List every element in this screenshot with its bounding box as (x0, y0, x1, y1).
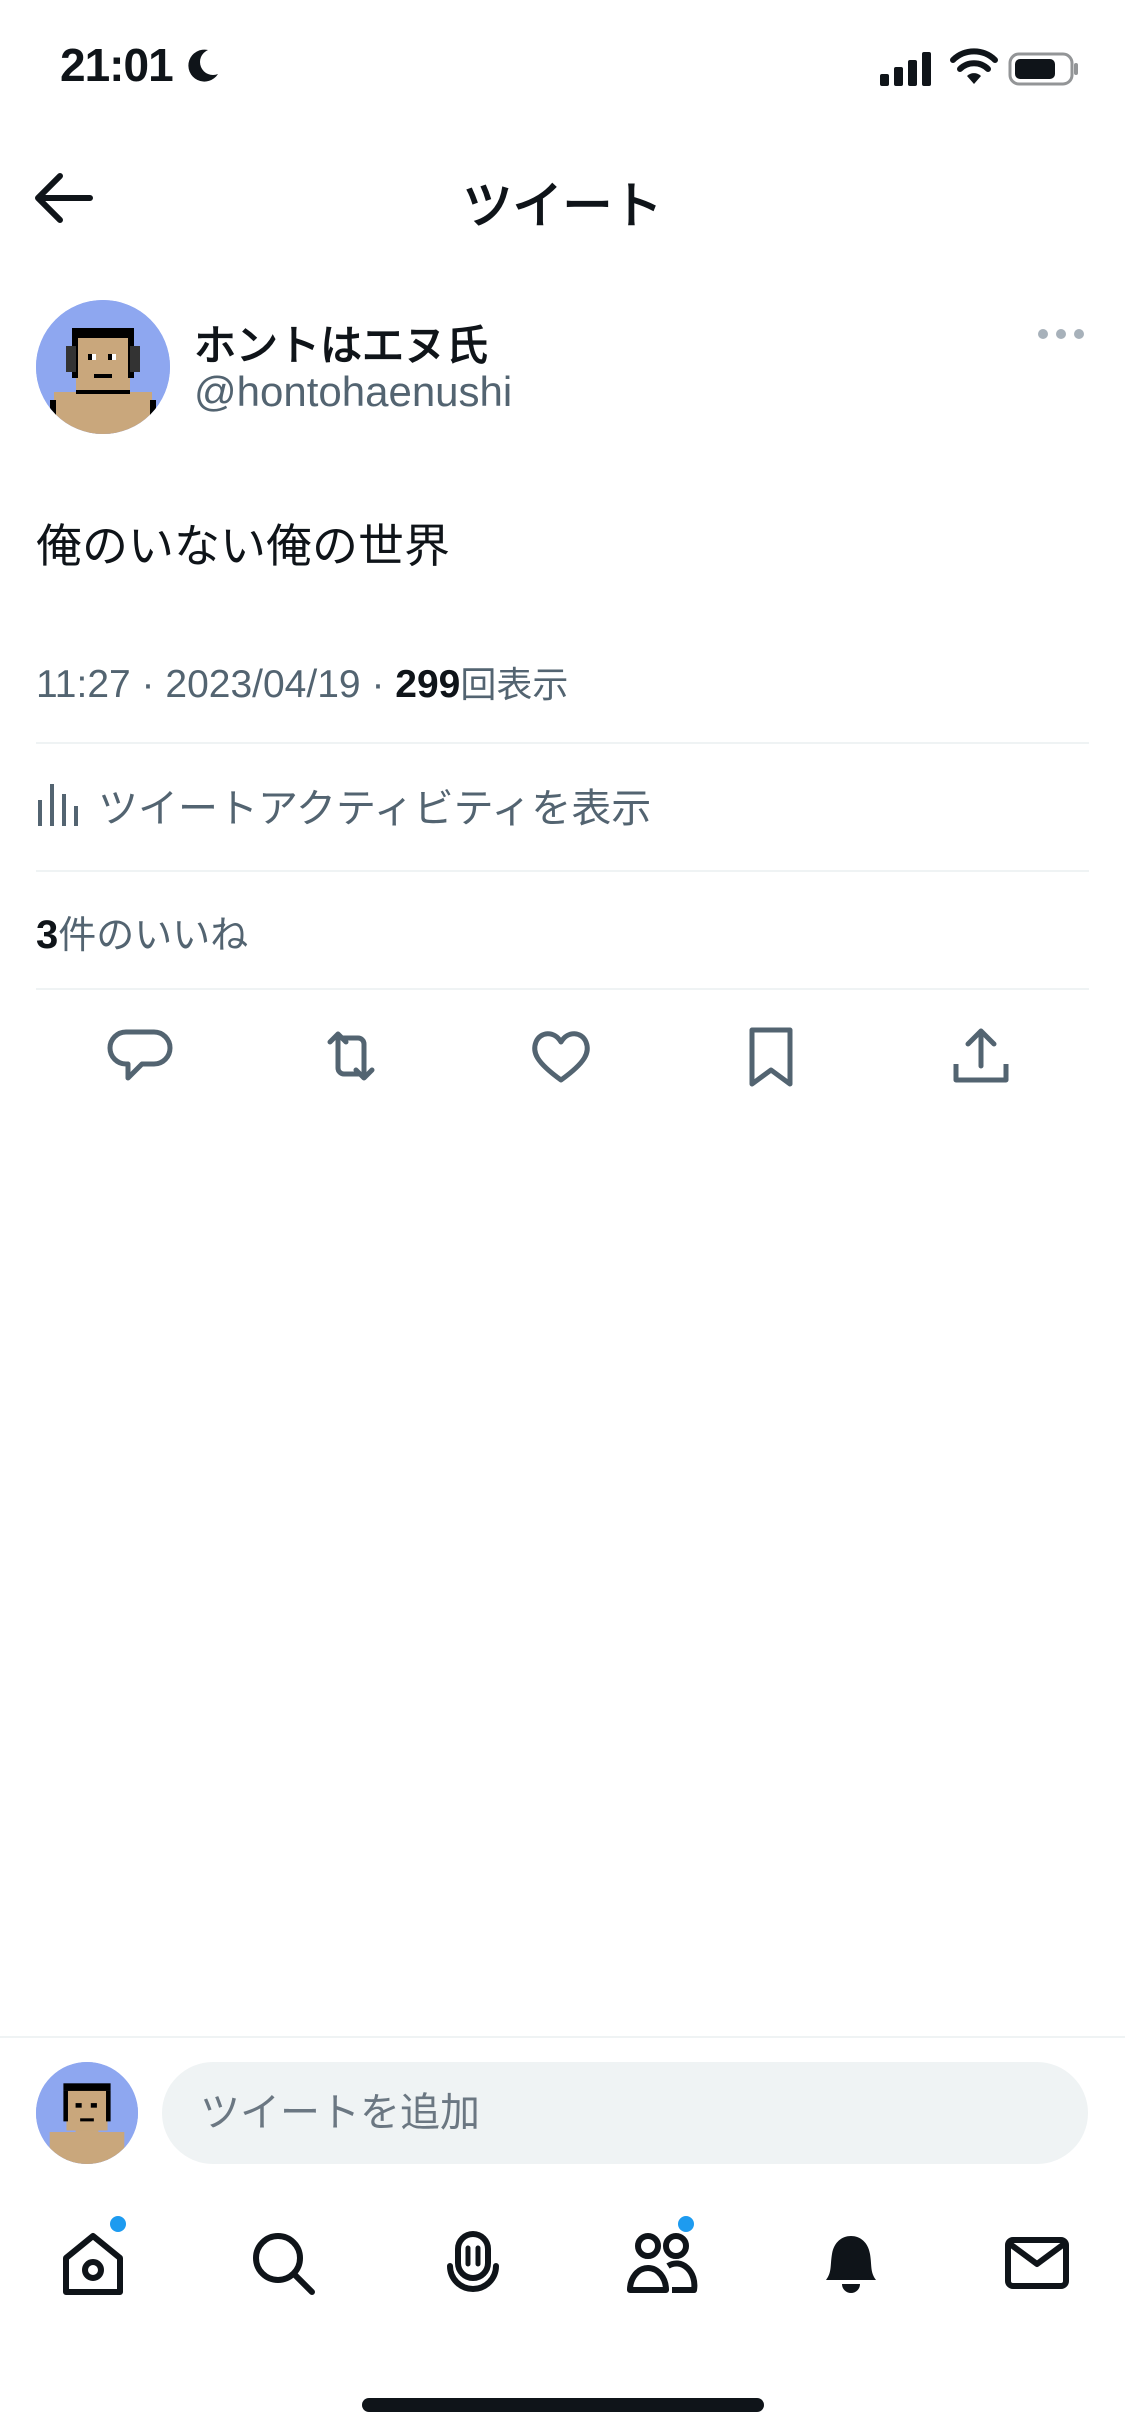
home-notification-dot (110, 2216, 126, 2232)
author-avatar[interactable] (36, 300, 170, 434)
tweet-activity-link[interactable]: ツイートアクティビティを表示 (36, 768, 1089, 864)
spaces-icon[interactable] (436, 2226, 510, 2300)
tweet-time: 11:27 (36, 663, 131, 706)
notifications-bell-icon[interactable] (814, 2226, 888, 2300)
bookmark-icon[interactable] (736, 1022, 806, 1092)
wifi-icon (950, 48, 998, 84)
page-title: ツイート (462, 177, 663, 235)
likes-link[interactable]: 3件のいいね (36, 904, 248, 959)
divider (36, 742, 1089, 744)
more-options-icon[interactable] (1035, 322, 1087, 346)
pixel-avatar-icon (36, 300, 170, 434)
reply-input[interactable] (162, 2062, 1088, 2164)
messages-envelope-icon[interactable] (1000, 2226, 1074, 2300)
divider (36, 988, 1089, 990)
reply-icon[interactable] (106, 1022, 176, 1092)
like-icon[interactable] (526, 1022, 596, 1092)
battery-icon (1008, 52, 1078, 86)
divider (36, 870, 1089, 872)
home-icon[interactable] (56, 2226, 130, 2300)
likes-count: 3 (36, 913, 59, 957)
activity-label: ツイートアクティビティを表示 (98, 786, 652, 832)
author-name[interactable]: ホントはエヌ氏 (194, 312, 488, 373)
retweet-icon[interactable] (316, 1022, 386, 1092)
reply-divider (0, 2036, 1125, 2038)
home-indicator[interactable] (362, 2398, 764, 2412)
views-count: 299 (395, 663, 461, 706)
meta-separator: · (371, 663, 385, 706)
search-icon[interactable] (246, 2226, 320, 2300)
status-time: 21:01 (60, 39, 174, 91)
back-arrow-icon[interactable] (30, 168, 96, 228)
user-avatar[interactable] (36, 2062, 138, 2164)
tweet-meta: 11:27 · 2023/04/19 · 299回表示 (36, 656, 568, 708)
communities-icon[interactable] (624, 2226, 698, 2300)
moon-icon (188, 49, 218, 82)
communities-notification-dot (678, 2216, 694, 2232)
tweet-date: 2023/04/19 (165, 663, 361, 706)
views-label: 回表示 (460, 665, 569, 706)
likes-label: 件のいいね (58, 913, 249, 957)
tweet-text: 俺のいない俺の世界 (36, 519, 450, 573)
signal-icon (880, 52, 931, 86)
analytics-icon (38, 784, 78, 826)
meta-separator: · (141, 663, 155, 706)
author-handle[interactable]: @hontohaenushi (194, 368, 512, 416)
share-icon[interactable] (946, 1022, 1016, 1092)
pixel-avatar-icon (36, 2062, 138, 2164)
